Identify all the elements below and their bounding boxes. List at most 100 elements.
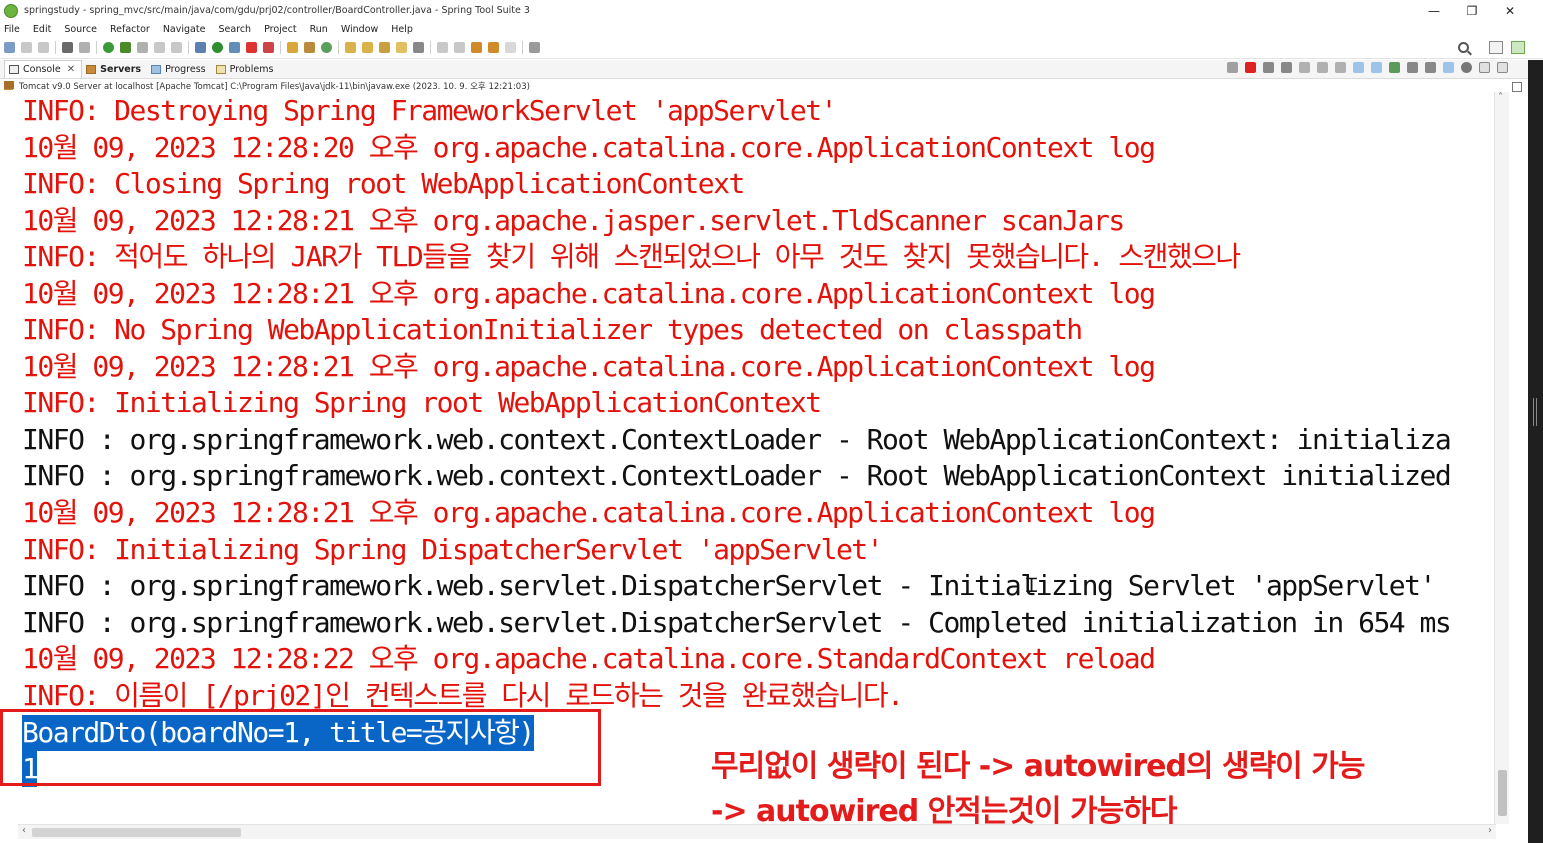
pin-icon[interactable] bbox=[137, 42, 148, 53]
console-line: INFO: Closing Spring root WebApplication… bbox=[22, 167, 745, 200]
console-line: 10월 09, 2023 12:28:22 오후 org.apache.cata… bbox=[22, 642, 1156, 675]
previous-annotation-icon[interactable] bbox=[454, 42, 465, 53]
maximize-view-icon[interactable] bbox=[1497, 62, 1508, 73]
console-line: INFO: Initializing Spring root WebApplic… bbox=[22, 386, 822, 419]
tab-progress[interactable]: Progress bbox=[147, 60, 212, 78]
next-annotation-icon[interactable] bbox=[437, 42, 448, 53]
console-line: INFO: Destroying Spring FrameworkServlet… bbox=[22, 94, 837, 127]
new-class-icon[interactable] bbox=[321, 42, 332, 53]
terminate-icon[interactable] bbox=[1245, 62, 1256, 73]
open-task-icon[interactable] bbox=[362, 42, 373, 53]
stop-icon[interactable] bbox=[246, 42, 257, 53]
close-button[interactable]: ✕ bbox=[1491, 0, 1529, 21]
minimize-view-icon[interactable] bbox=[1479, 62, 1490, 73]
menu-source[interactable]: Source bbox=[64, 24, 97, 35]
settings-icon[interactable] bbox=[1461, 62, 1472, 73]
menu-edit[interactable]: Edit bbox=[33, 24, 51, 35]
last-edit-icon[interactable] bbox=[471, 42, 482, 53]
menu-navigate[interactable]: Navigate bbox=[163, 24, 206, 35]
horizontal-scroll-thumb[interactable] bbox=[32, 828, 241, 837]
close-icon[interactable]: ✕ bbox=[67, 64, 75, 75]
scroll-left-icon[interactable]: ‹ bbox=[22, 825, 26, 836]
menu-window[interactable]: Window bbox=[341, 24, 378, 35]
open-console-icon[interactable] bbox=[1425, 62, 1436, 73]
tab-problems[interactable]: Problems bbox=[212, 60, 280, 78]
vertical-scrollbar[interactable]: ˄ bbox=[1494, 92, 1509, 824]
save-icon[interactable] bbox=[21, 42, 32, 53]
start-server-icon[interactable] bbox=[103, 42, 114, 53]
disconnect-icon[interactable] bbox=[1227, 62, 1238, 73]
menu-search[interactable]: Search bbox=[218, 24, 251, 35]
scroll-lock-icon[interactable] bbox=[1317, 62, 1328, 73]
new-icon[interactable] bbox=[4, 42, 15, 53]
open-resource-icon[interactable] bbox=[171, 42, 182, 53]
search-file-icon[interactable] bbox=[396, 42, 407, 53]
search-icon[interactable] bbox=[1458, 42, 1469, 53]
show-on-stdout-icon[interactable] bbox=[1353, 62, 1364, 73]
scroll-up-icon[interactable]: ˄ bbox=[1498, 92, 1503, 103]
text-cursor-icon: Ɪ bbox=[1026, 573, 1038, 597]
open-folder-icon[interactable] bbox=[345, 42, 356, 53]
tab-servers[interactable]: Servers bbox=[82, 60, 147, 78]
show-on-stderr-icon[interactable] bbox=[1371, 62, 1382, 73]
forward-icon[interactable] bbox=[505, 42, 516, 53]
toolbar-right bbox=[1458, 41, 1525, 54]
terminal-icon[interactable] bbox=[62, 42, 73, 53]
new-package-icon[interactable] bbox=[304, 42, 315, 53]
resize-grip-icon[interactable] bbox=[1533, 398, 1537, 426]
problems-icon bbox=[215, 64, 226, 74]
spring-perspective-icon[interactable] bbox=[1511, 41, 1525, 54]
open-type-icon[interactable] bbox=[154, 42, 165, 53]
skip-breakpoints-icon[interactable] bbox=[79, 42, 90, 53]
main-toolbar bbox=[0, 37, 1543, 59]
scroll-right-icon[interactable]: › bbox=[1488, 825, 1492, 836]
annotation-icon[interactable] bbox=[379, 42, 390, 53]
external-tools-icon[interactable] bbox=[263, 42, 274, 53]
debug-icon[interactable] bbox=[195, 42, 206, 53]
save-all-icon[interactable] bbox=[38, 42, 49, 53]
display-console-icon[interactable] bbox=[1407, 62, 1418, 73]
new-java-project-icon[interactable] bbox=[287, 42, 298, 53]
console-line: INFO : org.springframework.web.servlet.D… bbox=[22, 569, 1436, 602]
word-wrap-icon[interactable] bbox=[1335, 62, 1346, 73]
console-line: INFO: 적어도 하나의 JAR가 TLD들을 찾기 위해 스캔되었으나 아무… bbox=[22, 240, 1241, 273]
toggle-mark-icon[interactable] bbox=[413, 42, 424, 53]
toolbar-separator bbox=[430, 41, 431, 54]
pin-console-icon[interactable] bbox=[1389, 62, 1400, 73]
tab-problems-label: Problems bbox=[229, 63, 274, 75]
menu-run[interactable]: Run bbox=[310, 24, 328, 35]
spring-tool-suite-icon bbox=[4, 3, 18, 18]
toolbar-separator bbox=[188, 41, 189, 54]
minimize-button[interactable]: — bbox=[1415, 0, 1453, 21]
vertical-scroll-thumb[interactable] bbox=[1498, 770, 1507, 816]
coverage-icon[interactable] bbox=[229, 42, 240, 53]
clear-console-icon[interactable] bbox=[1299, 62, 1310, 73]
toolbar-separator bbox=[96, 41, 97, 54]
open-perspective-icon[interactable] bbox=[1489, 41, 1503, 54]
horizontal-scrollbar[interactable]: ‹ › bbox=[18, 824, 1496, 839]
menu-refactor[interactable]: Refactor bbox=[110, 24, 150, 35]
menu-project[interactable]: Project bbox=[264, 24, 297, 35]
spring-boot-icon[interactable] bbox=[120, 42, 131, 53]
window-title: springstudy - spring_mvc/src/main/java/c… bbox=[24, 5, 530, 16]
back-icon[interactable] bbox=[488, 42, 499, 53]
tab-console[interactable]: Console ✕ bbox=[4, 60, 83, 78]
run-icon[interactable] bbox=[212, 42, 223, 53]
tab-servers-label: Servers bbox=[100, 63, 142, 75]
console-line: INFO : org.springframework.web.context.C… bbox=[22, 423, 1452, 456]
toolbar-separator bbox=[522, 41, 523, 54]
console-view-actions bbox=[1220, 62, 1508, 73]
maximize-button[interactable]: ❐ bbox=[1453, 0, 1491, 21]
menu-file[interactable]: File bbox=[4, 24, 20, 35]
console-line: 10월 09, 2023 12:28:21 오후 org.apache.cata… bbox=[22, 277, 1156, 310]
restore-icon[interactable] bbox=[1512, 82, 1522, 92]
remove-launch-icon[interactable] bbox=[1263, 62, 1274, 73]
menu-help[interactable]: Help bbox=[391, 24, 413, 35]
remove-all-icon[interactable] bbox=[1281, 62, 1292, 73]
console-line: 10월 09, 2023 12:28:21 오후 org.apache.cata… bbox=[22, 496, 1156, 529]
pin-editor-icon[interactable] bbox=[529, 42, 540, 53]
toolbar-separator bbox=[280, 41, 281, 54]
spring-console-icon[interactable] bbox=[1443, 62, 1454, 73]
console-line: INFO : org.springframework.web.context.C… bbox=[22, 459, 1452, 492]
progress-icon bbox=[151, 64, 162, 74]
